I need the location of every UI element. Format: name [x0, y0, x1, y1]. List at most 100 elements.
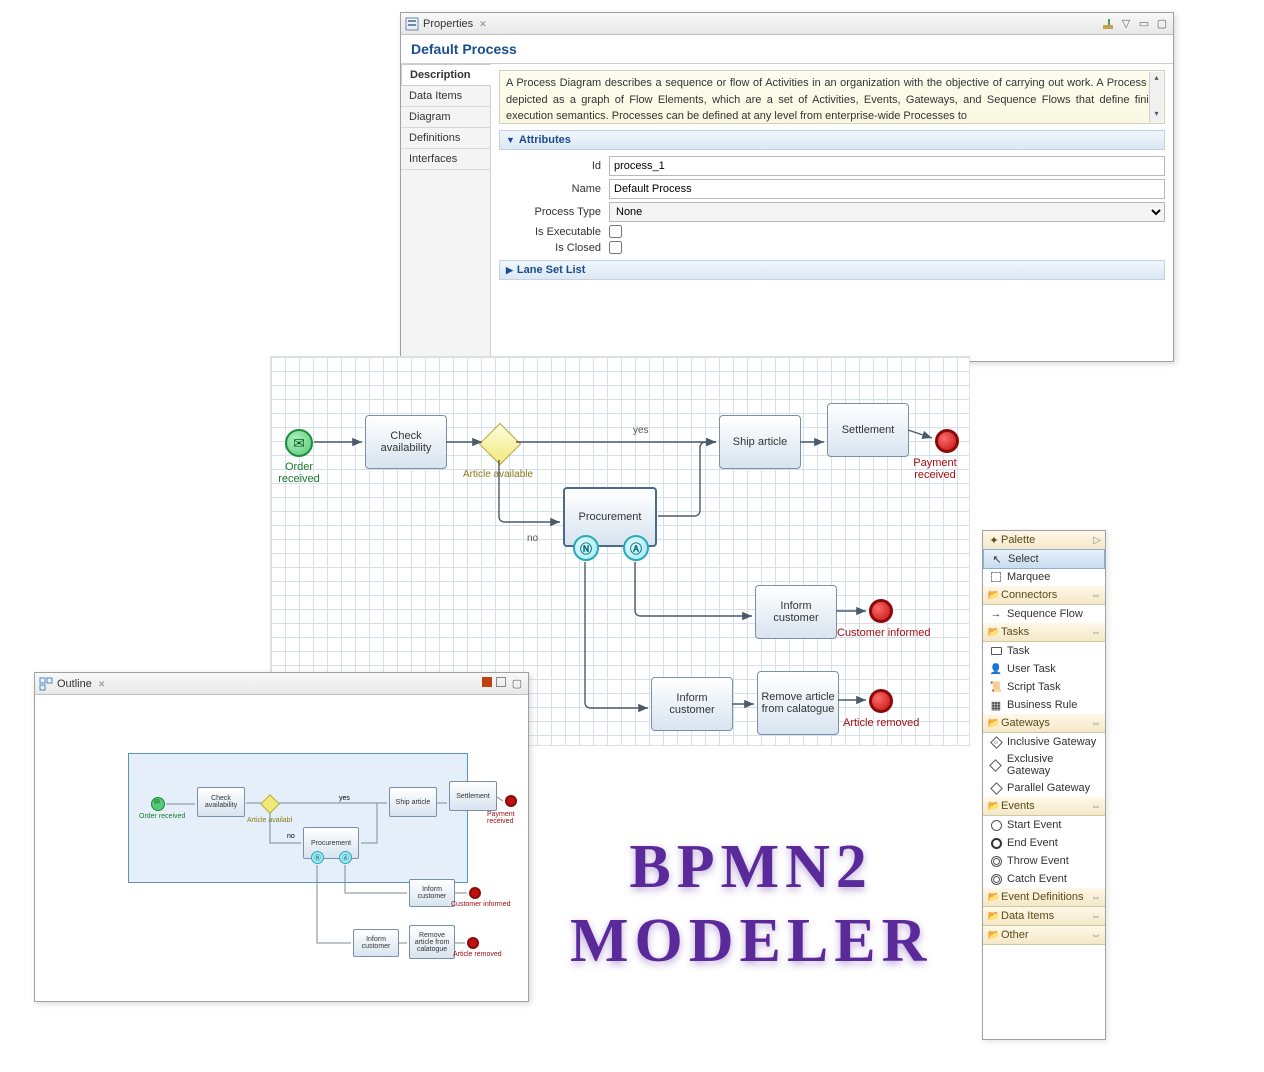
palette-connectors-header[interactable]: Connectors⇔ — [983, 586, 1105, 605]
palette-catch-event[interactable]: Catch Event — [983, 870, 1105, 888]
section-collapse-icon[interactable]: ⇔ — [1091, 892, 1101, 903]
toolbar-icon[interactable] — [1101, 17, 1115, 31]
boundary-event-2[interactable]: Ⓐ — [623, 535, 649, 561]
tab-interfaces[interactable]: Interfaces — [401, 149, 490, 170]
task-inform-customer-1[interactable]: Inform customer — [755, 585, 837, 639]
mini-gateway-label: Article availabl — [247, 817, 292, 824]
palette-marquee[interactable]: Marquee — [983, 568, 1105, 586]
section-collapse-icon[interactable]: ⇔ — [1091, 590, 1101, 601]
tab-close-icon[interactable] — [479, 18, 487, 30]
catch-event-icon — [989, 872, 1003, 886]
palette-throw-event[interactable]: Throw Event — [983, 852, 1105, 870]
closed-checkbox[interactable] — [609, 241, 622, 254]
mini-check: Check availability — [197, 787, 245, 817]
palette-user-task[interactable]: User Task — [983, 660, 1105, 678]
lanesetlist-section-header[interactable]: ▶ Lane Set List — [499, 260, 1165, 280]
mini-settlement: Settlement — [449, 781, 497, 811]
task-settlement[interactable]: Settlement — [827, 403, 909, 457]
palette-business-rule[interactable]: Business Rule — [983, 696, 1105, 714]
mini-yes: yes — [339, 795, 350, 802]
palette-start-event[interactable]: Start Event — [983, 816, 1105, 834]
palette-other-label: Other — [1001, 929, 1029, 941]
properties-title: Properties — [423, 18, 473, 30]
palette-end-event[interactable]: End Event — [983, 834, 1105, 852]
section-collapse-icon[interactable]: ⇔ — [1091, 627, 1101, 638]
mini-end1-label: Payment received — [487, 811, 520, 825]
task-inform-customer-2[interactable]: Inform customer — [651, 677, 733, 731]
outline-maximize-icon[interactable]: ▢ — [510, 677, 524, 691]
id-label: Id — [499, 160, 609, 172]
description-scrollbar[interactable]: ▴ ▾ — [1149, 72, 1163, 122]
palette-icon: ✦ — [987, 533, 1001, 547]
task-procurement-label: Procurement — [579, 511, 642, 523]
gateway-article-available[interactable] — [479, 423, 521, 465]
id-input[interactable] — [609, 156, 1165, 176]
outline-close-icon[interactable] — [98, 678, 106, 690]
task-ship-label: Ship article — [733, 436, 787, 448]
end-event-payment[interactable] — [935, 429, 959, 453]
outline-mini-canvas: Order received Check availability Articl… — [43, 703, 520, 987]
start-event-label: Order received — [263, 461, 335, 485]
outline-tool2-icon[interactable] — [496, 677, 506, 687]
start-event[interactable] — [285, 429, 313, 457]
throw-event-icon — [989, 854, 1003, 868]
palette-events-header[interactable]: Events ⇔ — [983, 797, 1105, 816]
palette-inclusive-gateway[interactable]: Inclusive Gateway — [983, 733, 1105, 751]
view-menu-icon[interactable]: ▽ — [1119, 17, 1133, 31]
task-remove-article[interactable]: Remove article from calatogue — [757, 671, 839, 735]
minimize-icon[interactable]: ▭ — [1137, 17, 1151, 31]
properties-titlebar[interactable]: Properties ▽ ▭ ▢ — [401, 13, 1173, 35]
scroll-down-icon[interactable]: ▾ — [1150, 108, 1163, 122]
name-input[interactable] — [609, 179, 1165, 199]
palette-seqflow-label: Sequence Flow — [1007, 608, 1083, 620]
palette-data-items-header[interactable]: Data Items⇔ — [983, 907, 1105, 926]
end-event-removed[interactable] — [869, 689, 893, 713]
task-check-label: Check availability — [368, 430, 444, 454]
scroll-up-icon[interactable]: ▴ — [1150, 72, 1163, 86]
palette-exclusive-gateway[interactable]: Exclusive Gateway — [983, 751, 1105, 779]
processtype-label: Process Type — [499, 206, 609, 218]
mini-no: no — [287, 833, 295, 840]
section-collapse-icon[interactable]: ⇔ — [1091, 930, 1101, 941]
marquee-icon — [989, 570, 1003, 584]
processtype-select[interactable]: None — [609, 202, 1165, 222]
cursor-icon — [990, 552, 1004, 566]
palette-parallel-gateway[interactable]: Parallel Gateway — [983, 779, 1105, 797]
tab-diagram[interactable]: Diagram — [401, 107, 490, 128]
mini-inform2: Inform customer — [353, 929, 399, 957]
outline-body[interactable]: Order received Check availability Articl… — [35, 695, 528, 995]
start-event-icon — [989, 818, 1003, 832]
palette-script-task[interactable]: Script Task — [983, 678, 1105, 696]
task-check-availability[interactable]: Check availability — [365, 415, 447, 469]
tab-description[interactable]: Description — [401, 64, 491, 86]
palette-events-label: Events — [1001, 800, 1035, 812]
palette-incgw-label: Inclusive Gateway — [1007, 736, 1096, 748]
section-collapse-icon[interactable]: ⇔ — [1091, 801, 1101, 812]
palette-event-definitions-header[interactable]: Event Definitions⇔ — [983, 888, 1105, 907]
attributes-section-header[interactable]: ▼ Attributes — [499, 130, 1165, 150]
maximize-icon[interactable]: ▢ — [1155, 17, 1169, 31]
tab-data-items[interactable]: Data Items — [401, 86, 490, 107]
palette-select[interactable]: Select — [983, 549, 1105, 569]
executable-checkbox[interactable] — [609, 225, 622, 238]
mini-ship: Ship article — [389, 787, 437, 817]
palette-header[interactable]: ✦ Palette ▷ — [983, 531, 1105, 550]
palette-pargw-label: Parallel Gateway — [1007, 782, 1090, 794]
outline-titlebar[interactable]: Outline ▢ — [35, 673, 528, 695]
palette-tasks-header[interactable]: Tasks⇔ — [983, 623, 1105, 642]
palette-gateways-header[interactable]: Gateways⇔ — [983, 714, 1105, 733]
palette-sequence-flow[interactable]: Sequence Flow — [983, 605, 1105, 623]
tab-definitions[interactable]: Definitions — [401, 128, 490, 149]
section-collapse-icon[interactable]: ⇔ — [1091, 911, 1101, 922]
palette-task[interactable]: Task — [983, 642, 1105, 660]
logo-text: BPMN2 MODELER — [570, 830, 932, 979]
boundary-event-1[interactable]: Ⓝ — [573, 535, 599, 561]
palette-collapse-icon[interactable]: ▷ — [1093, 535, 1101, 546]
end-event-informed[interactable] — [869, 599, 893, 623]
task-ship-article[interactable]: Ship article — [719, 415, 801, 469]
section-collapse-icon[interactable]: ⇔ — [1091, 718, 1101, 729]
logo-line2: MODELER — [570, 904, 932, 978]
outline-tool1-icon[interactable] — [482, 677, 492, 687]
palette-endev-label: End Event — [1007, 837, 1058, 849]
palette-other-header[interactable]: Other ⇔ — [983, 926, 1105, 945]
